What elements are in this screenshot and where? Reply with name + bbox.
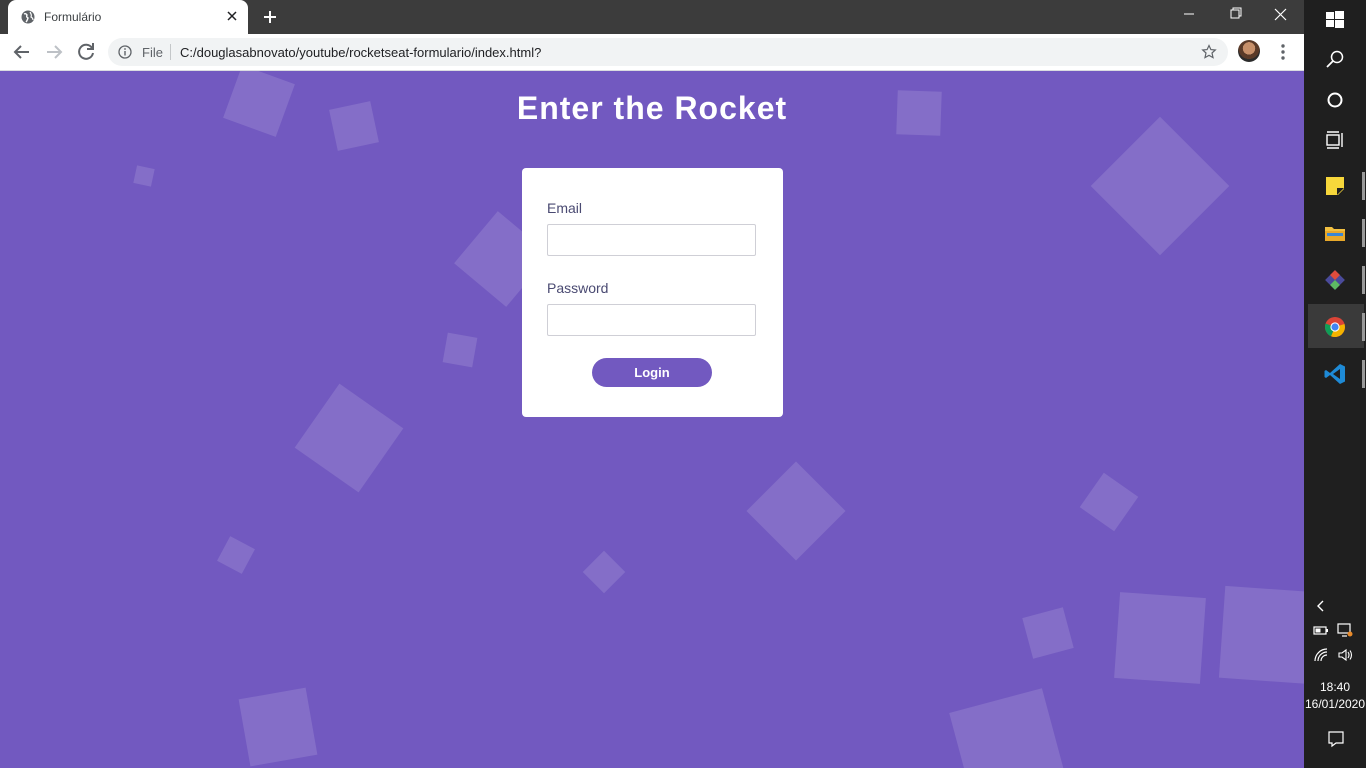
scheme-label: File (142, 45, 163, 60)
minimize-icon[interactable] (1166, 0, 1212, 30)
reload-icon[interactable] (74, 40, 98, 64)
browser-toolbar: File C:/douglasabnovato/youtube/rocketse… (0, 34, 1304, 71)
tab-title: Formulário (44, 10, 102, 24)
tab-formulario[interactable]: Formulário (8, 0, 248, 34)
git-icon[interactable] (1323, 268, 1347, 292)
clock-date[interactable]: 16/01/2020 (1304, 697, 1366, 711)
pinned-indicator (1362, 313, 1365, 341)
task-view-icon[interactable] (1323, 128, 1347, 152)
clock-time[interactable]: 18:40 (1304, 680, 1366, 694)
globe-icon (21, 10, 35, 24)
password-label: Password (547, 280, 609, 296)
password-field[interactable] (547, 304, 756, 336)
volume-icon[interactable] (1337, 647, 1353, 663)
chevron-left-icon[interactable] (1313, 598, 1329, 614)
url-text[interactable]: C:/douglasabnovato/youtube/rocketseat-fo… (180, 45, 541, 60)
windows-taskbar: 18:40 16/01/2020 (1304, 0, 1366, 768)
tab-close-icon[interactable] (224, 8, 240, 24)
profile-avatar[interactable] (1238, 40, 1260, 62)
decorative-square (217, 536, 255, 574)
decorative-square (1090, 116, 1230, 256)
forward-arrow-icon[interactable] (42, 40, 66, 64)
decorative-square (746, 461, 846, 561)
decorative-square (949, 688, 1067, 768)
email-field[interactable] (547, 224, 756, 256)
tab-strip: Formulário (0, 0, 1304, 34)
restore-icon[interactable] (1212, 0, 1258, 30)
bookmark-star-icon[interactable] (1201, 44, 1217, 60)
decorative-square (442, 332, 478, 368)
decorative-square (238, 687, 318, 767)
back-arrow-icon[interactable] (10, 40, 34, 64)
address-separator (170, 44, 171, 60)
pinned-indicator (1362, 360, 1365, 388)
search-icon[interactable] (1323, 48, 1347, 72)
page-viewport: Enter the Rocket Email Password Login (0, 71, 1304, 768)
pinned-indicator (1362, 266, 1365, 294)
decorative-square (294, 383, 404, 493)
email-label: Email (547, 200, 583, 216)
decorative-square (1022, 607, 1074, 659)
decorative-square (1079, 472, 1139, 532)
decorative-square (1218, 585, 1304, 685)
new-tab-icon[interactable] (261, 8, 279, 26)
login-card: Email Password Login (522, 168, 783, 417)
login-button[interactable]: Login (592, 358, 712, 387)
decorative-square (133, 165, 155, 187)
decorative-square (582, 550, 626, 594)
close-window-icon[interactable] (1258, 0, 1304, 30)
wifi-icon[interactable] (1313, 647, 1329, 663)
pinned-indicator (1362, 172, 1365, 200)
sticky-notes-icon[interactable] (1323, 174, 1347, 198)
battery-icon[interactable] (1313, 622, 1329, 638)
browser-window: Formulário File C:/douglasabnovato/youtu… (0, 0, 1304, 768)
cortana-icon[interactable] (1323, 88, 1347, 112)
action-center-icon[interactable] (1327, 730, 1345, 748)
address-bar[interactable]: File C:/douglasabnovato/youtube/rocketse… (108, 38, 1228, 66)
file-explorer-icon[interactable] (1323, 221, 1347, 245)
windows-start-icon[interactable] (1323, 8, 1347, 32)
more-menu-icon[interactable] (1273, 41, 1293, 63)
pinned-indicator (1362, 219, 1365, 247)
chrome-icon[interactable] (1323, 315, 1347, 339)
display-notification-icon[interactable] (1337, 622, 1353, 638)
page-title: Enter the Rocket (516, 90, 788, 126)
vscode-icon[interactable] (1323, 362, 1347, 386)
decorative-square (1114, 592, 1206, 684)
info-icon[interactable] (118, 45, 132, 59)
